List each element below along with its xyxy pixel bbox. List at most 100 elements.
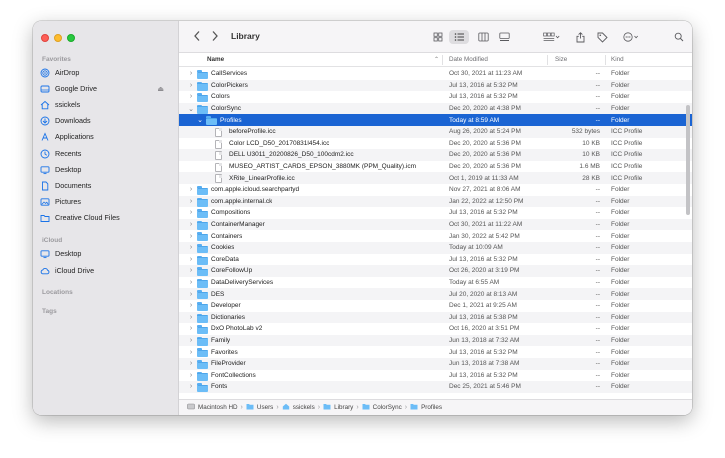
folder-icon [40,213,50,223]
column-view-button[interactable] [476,30,490,44]
gallery-view-button[interactable] [497,30,511,44]
sidebar-item-icloud-desktop[interactable]: Desktop [40,246,172,261]
table-row[interactable]: › Favorites Jul 13, 2016 at 5:32 PM -- Folde… [179,346,692,358]
table-row[interactable]: › Dictionaries Jul 13, 2016 at 5:38 PM -- Fo… [179,311,692,324]
sidebar-item-airdrop[interactable]: AirDrop [40,65,172,80]
action-menu-button[interactable] [621,30,641,44]
table-row[interactable]: › CoreFollowUp Oct 26, 2020 at 3:19 PM -- Fo… [179,265,692,277]
table-row[interactable]: › Containers Jan 30, 2022 at 5:42 PM -- Fold… [179,230,692,242]
disclosure-expanded-icon[interactable]: ⌄ [187,105,195,113]
breadcrumb-item[interactable]: ColorSync [362,403,402,412]
table-row[interactable]: beforeProfile.icc Aug 26, 2020 at 5:24 PM… [179,126,692,138]
sidebar-item-icloud-drive[interactable]: iCloud Drive [40,263,172,278]
table-row[interactable]: ⌄ ColorSync Dec 20, 2020 at 4:38 PM -- Folde… [179,102,692,115]
table-row[interactable]: MUSEO_ARTIST_CARDS_EPSON_3880MK (PPM_Qua… [179,161,692,173]
table-row[interactable]: DELL U3011_20200826_D50_100cdm2.icc Dec 2… [179,149,692,161]
table-row[interactable]: › Compositions Jul 13, 2016 at 5:32 PM -- Fo… [179,207,692,219]
column-date[interactable]: Date Modified [449,56,488,63]
sidebar-item-documents[interactable]: Documents [40,178,172,193]
disclosure-collapsed-icon[interactable]: › [187,256,195,263]
disclosure-collapsed-icon[interactable]: › [187,302,195,309]
disclosure-collapsed-icon[interactable]: › [187,314,195,321]
breadcrumb-item[interactable]: Library [323,403,353,412]
table-row[interactable]: › Cookies Today at 10:09 AM -- Folder [179,242,692,254]
disclosure-collapsed-icon[interactable]: › [187,233,195,240]
column-size[interactable]: Size [555,56,567,63]
row-kind: Folder [611,116,630,124]
column-divider[interactable] [605,55,606,65]
tag-button[interactable] [595,30,609,44]
sidebar-item-applications[interactable]: Applications [40,129,172,144]
row-date: Dec 20, 2020 at 4:38 PM [449,105,521,113]
close-button[interactable] [41,34,49,42]
table-row[interactable]: ⌄ Profiles Today at 8:59 AM -- Folder [179,114,692,126]
table-row[interactable]: › com.apple.internal.ck Jan 22, 2022 at 12… [179,195,692,208]
breadcrumb-item[interactable]: Users [246,403,273,412]
disclosure-collapsed-icon[interactable]: › [187,325,195,332]
breadcrumb-item[interactable]: ssickels [282,403,315,412]
table-row[interactable]: › ColorPickers Jul 13, 2016 at 5:32 PM -- Fo… [179,79,692,92]
disclosure-collapsed-icon[interactable]: › [187,93,195,100]
vertical-scrollbar[interactable] [686,105,690,215]
table-row[interactable]: › DES Jul 20, 2020 at 8:13 AM -- Folder [179,288,692,300]
disk-icon [187,403,195,412]
sidebar-item-ssickels[interactable]: ssickels [40,97,172,112]
disclosure-collapsed-icon[interactable]: › [187,372,195,379]
forward-button[interactable] [209,30,221,44]
minimize-button[interactable] [54,34,62,42]
disclosure-collapsed-icon[interactable]: › [187,198,195,205]
table-row[interactable]: › DxO PhotoLab v2 Oct 16, 2020 at 3:51 PM -… [179,323,692,335]
disclosure-collapsed-icon[interactable]: › [187,291,195,298]
disclosure-collapsed-icon[interactable]: › [187,186,195,193]
disclosure-collapsed-icon[interactable]: › [187,209,195,216]
disclosure-collapsed-icon[interactable]: › [187,349,195,356]
disclosure-expanded-icon[interactable]: ⌄ [196,116,204,124]
table-row[interactable]: › com.apple.icloud.searchpartyd Nov 27, 20… [179,184,692,196]
sidebar-item-desktop[interactable]: Desktop [40,162,172,177]
table-row[interactable]: › Colors Jul 13, 2016 at 5:32 PM -- Folder [179,91,692,103]
disclosure-collapsed-icon[interactable]: › [187,82,195,89]
sidebar-item-pictures[interactable]: Pictures [40,194,172,209]
table-row[interactable]: › ContainerManager Oct 30, 2021 at 11:22 A… [179,218,692,231]
breadcrumb-item[interactable]: Macintosh HD [187,403,238,412]
sidebar-item-downloads[interactable]: Downloads [40,113,172,128]
table-row[interactable]: › FontCollections Jul 13, 2016 at 5:32 PM -… [179,370,692,382]
folder-icon [197,255,208,265]
back-button[interactable] [191,30,203,44]
sidebar-item-google-drive[interactable]: Google Drive ⏏ [40,81,172,96]
icon-view-button[interactable] [431,30,445,44]
column-divider[interactable] [547,55,548,65]
disclosure-collapsed-icon[interactable]: › [187,221,195,228]
zoom-button[interactable] [67,34,75,42]
table-row[interactable]: › CoreData Jul 13, 2016 at 5:32 PM -- Folder [179,254,692,266]
table-row[interactable]: › FileProvider Jun 13, 2018 at 7:38 AM -- Fo… [179,358,692,370]
column-name[interactable]: Name [207,56,224,63]
disclosure-collapsed-icon[interactable]: › [187,337,195,344]
disclosure-collapsed-icon[interactable]: › [187,244,195,251]
chevron-right-icon [212,31,218,41]
sidebar-item-recents[interactable]: Recents [40,146,172,161]
table-row[interactable]: › Fonts Dec 25, 2021 at 5:46 PM -- Folder [179,381,692,393]
column-kind[interactable]: Kind [611,56,624,63]
sidebar-item-creative-cloud-files[interactable]: Creative Cloud Files [40,210,172,225]
folder-icon [197,267,208,277]
table-row[interactable]: › CallServices Oct 30, 2021 at 11:23 AM -- F… [179,68,692,80]
disclosure-collapsed-icon[interactable]: › [187,267,195,274]
disclosure-collapsed-icon[interactable]: › [187,279,195,286]
eject-icon[interactable]: ⏏ [157,85,164,93]
share-button[interactable] [574,30,586,44]
group-by-button[interactable] [541,30,561,44]
search-button[interactable] [673,30,685,44]
breadcrumb-item[interactable]: Profiles [410,403,442,412]
disclosure-collapsed-icon[interactable]: › [187,383,195,390]
table-row[interactable]: Color LCD_D50_20170831l454.icc Dec 20, 20… [179,138,692,150]
disclosure-collapsed-icon[interactable]: › [187,360,195,367]
table-row[interactable]: XRite_LinearProfile.icc Oct 1, 2019 at 11… [179,172,692,184]
table-row[interactable]: › Family Jun 13, 2018 at 7:32 AM -- Folder [179,334,692,347]
table-row[interactable]: › Developer Dec 1, 2021 at 9:25 AM -- Folder [179,300,692,312]
disclosure-collapsed-icon[interactable]: › [187,70,195,77]
table-row[interactable]: › DataDeliveryServices Today at 6:55 AM -- F… [179,277,692,289]
sort-ascending-icon[interactable]: ⌃ [434,56,439,63]
column-divider[interactable] [442,55,443,65]
list-view-button[interactable] [449,30,469,44]
